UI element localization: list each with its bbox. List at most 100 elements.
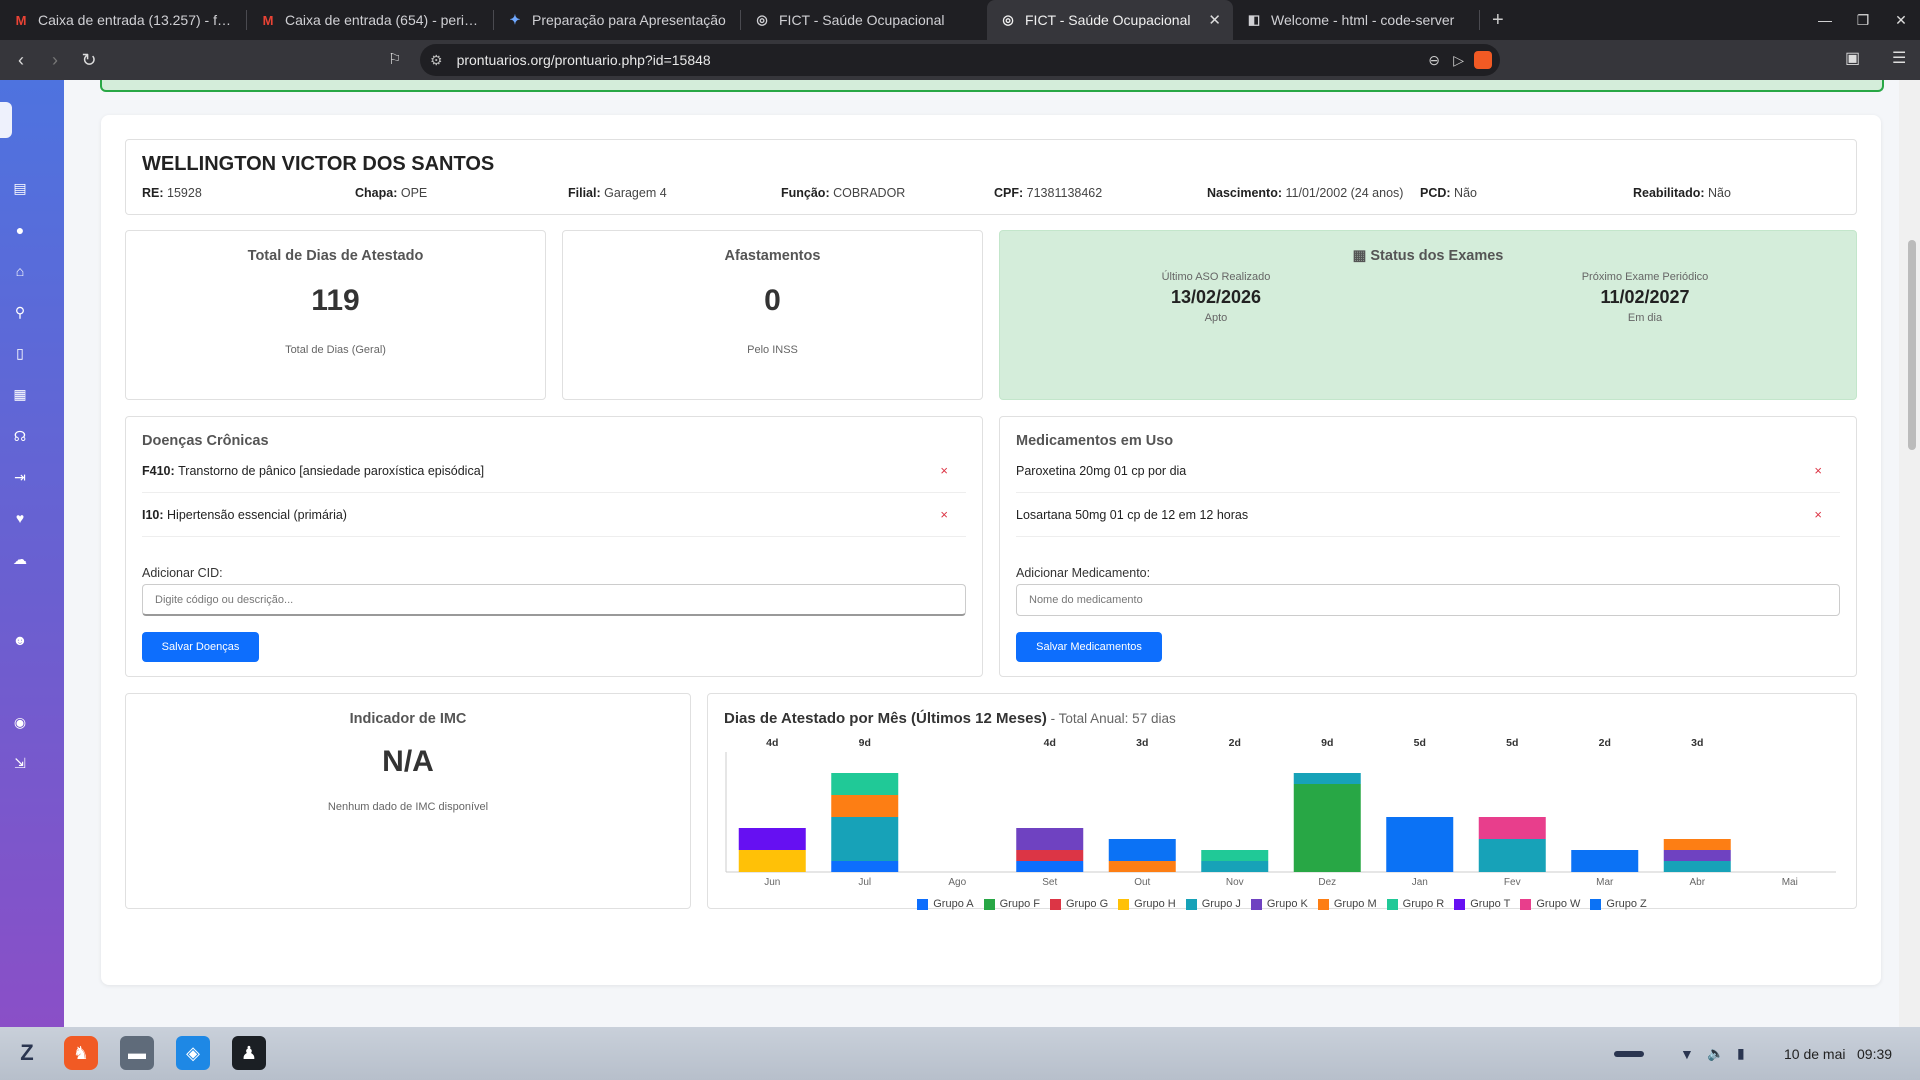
browser-tab-active[interactable]: ◎ FICT - Saúde Ocupacional ✕ [987, 0, 1233, 40]
deaf-icon[interactable]: ☊ [10, 426, 30, 446]
new-tab-icon[interactable]: + [1492, 9, 1504, 32]
user-icon[interactable]: ● [10, 220, 30, 240]
legend-item[interactable]: Grupo F [983, 898, 1040, 910]
next-exam-status: Em dia [1627, 312, 1663, 324]
brave-browser-icon[interactable]: ♞ [64, 1036, 98, 1070]
legend-label: Grupo A [933, 898, 974, 910]
remove-icon[interactable]: × [940, 507, 948, 522]
files-icon[interactable]: ▬ [120, 1036, 154, 1070]
chart-x-tick-label: Fev [1504, 877, 1521, 888]
legend-label: Grupo Z [1606, 898, 1647, 910]
save-medications-button[interactable]: Salvar Medicamentos [1016, 632, 1162, 662]
chart-total-label: 5d [1414, 737, 1426, 749]
close-tab-icon[interactable]: ✕ [1208, 11, 1221, 29]
clipboard-icon[interactable]: ▤ [10, 178, 30, 198]
users-icon[interactable]: ☻ [10, 630, 30, 650]
browser-tab[interactable]: M Caixa de entrada (654) - pericia [247, 0, 493, 40]
save-diseases-button[interactable]: Salvar Doenças [142, 632, 259, 662]
building-icon[interactable]: ▦ [10, 384, 30, 404]
legend-item[interactable]: Grupo W [1520, 898, 1580, 910]
cid-search-input[interactable]: Digite código ou descrição... [142, 584, 966, 616]
terminal-icon[interactable]: ♟ [232, 1036, 266, 1070]
reload-icon[interactable]: ↻ [72, 50, 106, 71]
home-icon[interactable]: ⌂ [10, 261, 30, 281]
share-icon[interactable]: ▷ [1453, 52, 1464, 69]
legend-item[interactable]: Grupo M [1317, 898, 1377, 910]
browser-tab[interactable]: ◧ Welcome - html - code-server [1233, 0, 1479, 40]
wifi-icon[interactable]: ▼ [1680, 1046, 1694, 1062]
legend-item[interactable]: Grupo H [1118, 898, 1176, 910]
file-icon[interactable]: ▯ [10, 343, 30, 363]
legend-swatch [983, 898, 995, 910]
legend-item[interactable]: Grupo Z [1590, 898, 1647, 910]
chart-bar-segment [1293, 784, 1361, 872]
legend-swatch [1520, 898, 1532, 910]
chart-total-label: 2d [1599, 737, 1611, 749]
zoom-icon[interactable]: ⊖ [1428, 52, 1440, 69]
legend-item[interactable]: Grupo J [1185, 898, 1241, 910]
wallet-icon[interactable]: ▣ [1845, 48, 1860, 68]
heartbeat-icon[interactable]: ♥ [10, 508, 30, 528]
legend-swatch [917, 898, 929, 910]
remove-icon[interactable]: × [1814, 463, 1822, 478]
chart-legend: Grupo A Grupo F Grupo G Grupo H Grupo J Grupo… [708, 898, 1856, 910]
minimize-icon[interactable]: — [1806, 12, 1844, 28]
logout-icon[interactable]: ⇲ [10, 753, 30, 773]
bookmark-icon[interactable]: ⚐ [388, 50, 401, 68]
menu-icon[interactable]: ☰ [1892, 48, 1906, 68]
file-export-icon[interactable]: ⇥ [10, 467, 30, 487]
legend-item[interactable]: Grupo K [1250, 898, 1308, 910]
legend-item[interactable]: Grupo A [917, 898, 974, 910]
medication-item: Paroxetina 20mg 01 cp por dia × [1016, 449, 1840, 493]
site-settings-icon[interactable]: ⚙ [430, 52, 443, 69]
card-note: Pelo INSS [747, 344, 798, 356]
brave-shield-icon[interactable] [1474, 51, 1492, 69]
medication-input[interactable]: Nome do medicamento [1016, 584, 1840, 616]
exam-status-title: ▦ Status dos Exames [1352, 248, 1504, 264]
battery-icon[interactable]: ▮ [1737, 1045, 1745, 1062]
tab-title: Welcome - html - code-server [1271, 12, 1455, 28]
scrollbar-thumb[interactable] [1908, 240, 1916, 450]
imc-value: N/A [382, 745, 434, 778]
chart-total-label: 5d [1506, 737, 1518, 749]
remove-icon[interactable]: × [1814, 507, 1822, 522]
maximize-icon[interactable]: ❐ [1844, 12, 1882, 29]
close-window-icon[interactable]: ✕ [1882, 12, 1920, 29]
browser-tab[interactable]: ◎ FICT - Saúde Ocupacional [741, 0, 987, 40]
legend-label: Grupo T [1470, 898, 1511, 910]
tab-title: FICT - Saúde Ocupacional [1025, 12, 1191, 28]
url-text: prontuarios.org/prontuario.php?id=15848 [456, 52, 711, 68]
disease-item: I10: Hipertensão essencial (primária) × [142, 493, 966, 537]
zorin-menu-icon[interactable]: Z [10, 1036, 44, 1070]
legend-item[interactable]: Grupo T [1454, 898, 1510, 910]
tab-title: Preparação para Apresentação [532, 12, 726, 28]
browser-tab[interactable]: M Caixa de entrada (13.257) - ferr [0, 0, 246, 40]
browser-tab[interactable]: ✦ Preparação para Apresentação [494, 0, 740, 40]
legend-swatch [1590, 898, 1602, 910]
store-icon[interactable]: ◈ [176, 1036, 210, 1070]
field-nascimento: Nascimento: 11/01/2002 (24 anos) [1207, 186, 1404, 200]
legend-item[interactable]: Grupo G [1049, 898, 1108, 910]
volume-icon[interactable]: 🔈 [1707, 1045, 1724, 1062]
chart-x-tick-label: Jan [1412, 877, 1428, 888]
field-re: RE: 15928 [142, 186, 202, 200]
cloud-upload-icon[interactable]: ☁ [10, 549, 30, 569]
search-icon[interactable]: ⚲ [10, 302, 30, 322]
chronic-diseases-panel: Doenças Crônicas F410: Transtorno de pân… [125, 416, 983, 677]
card-title: Total de Dias de Atestado [247, 248, 424, 264]
chart-total-label: 9d [859, 737, 871, 749]
forward-icon[interactable]: › [38, 50, 72, 71]
chart-x-tick-label: Mai [1782, 877, 1798, 888]
remove-icon[interactable]: × [940, 463, 948, 478]
user-circle-icon[interactable]: ◉ [10, 712, 30, 732]
chart-bar-segment [1663, 861, 1731, 872]
legend-label: Grupo R [1402, 898, 1445, 910]
chart-bar-segment [1016, 850, 1084, 861]
chart-bar-segment [1478, 817, 1546, 839]
page-scrollbar[interactable] [1899, 80, 1920, 1027]
back-icon[interactable]: ‹ [4, 50, 38, 71]
gmail-icon: M [15, 12, 27, 28]
chart-bar-segment [1016, 828, 1084, 850]
address-bar[interactable]: ⚙ prontuarios.org/prontuario.php?id=1584… [420, 44, 1500, 76]
legend-item[interactable]: Grupo R [1386, 898, 1445, 910]
